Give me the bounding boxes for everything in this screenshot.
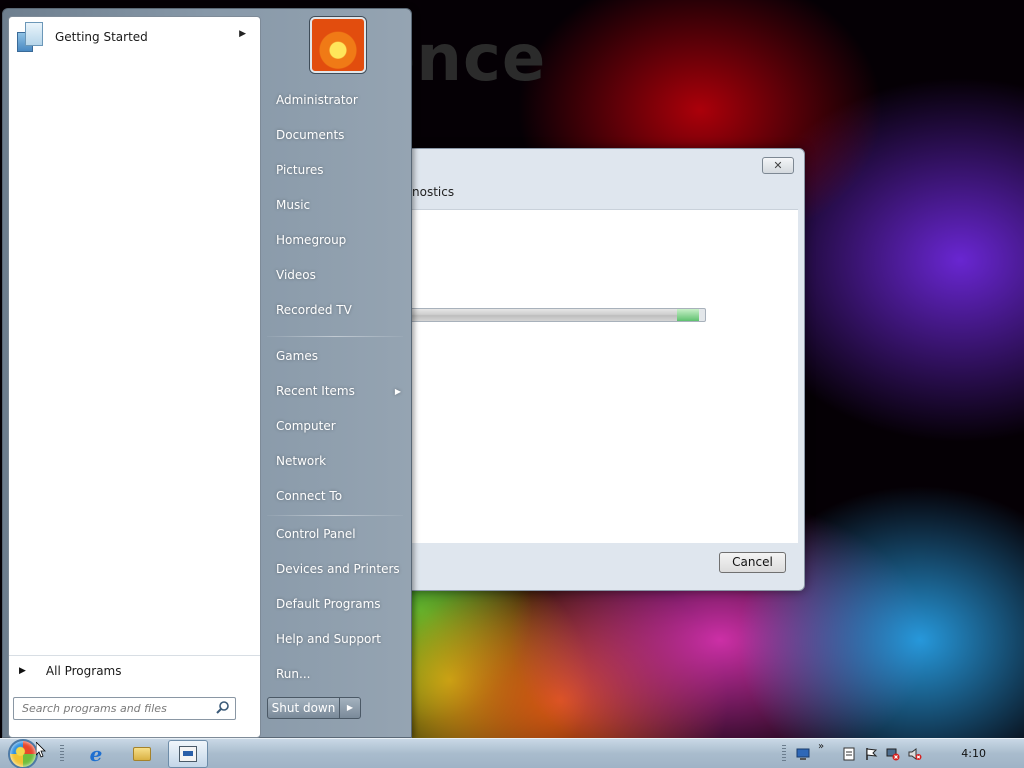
places-item-games[interactable]: Games bbox=[263, 339, 411, 374]
dialog-close-button[interactable]: ✕ bbox=[762, 157, 794, 174]
search-area bbox=[3, 687, 256, 733]
places-item-administrator[interactable]: Administrator bbox=[263, 83, 411, 118]
taskbar: e » 4:10 bbox=[0, 738, 1024, 768]
taskbar-running-app[interactable] bbox=[168, 740, 208, 768]
progress-fill bbox=[411, 309, 700, 321]
places-item-control-panel[interactable]: Control Panel bbox=[263, 517, 411, 552]
taskbar-internet-explorer[interactable]: e bbox=[76, 740, 116, 768]
places-item-computer[interactable]: Computer bbox=[263, 409, 411, 444]
menu-divider bbox=[267, 336, 403, 337]
pinned-item-label: Getting Started bbox=[55, 30, 148, 44]
taskbar-grip[interactable] bbox=[60, 745, 64, 763]
mouse-cursor-icon bbox=[36, 742, 46, 758]
getting-started-icon bbox=[17, 22, 45, 52]
dialog-body bbox=[402, 209, 798, 543]
places-item-videos[interactable]: Videos bbox=[263, 258, 411, 293]
start-menu: Getting Started ▶ ▶ All Programs Adminis… bbox=[2, 8, 412, 738]
diagnostics-dialog: ✕ nostics Cancel bbox=[395, 148, 805, 591]
chevron-right-icon: ▶ bbox=[19, 665, 26, 676]
volume-muted-icon[interactable] bbox=[908, 747, 922, 761]
places-item-devices-and-printers[interactable]: Devices and Printers bbox=[263, 552, 411, 587]
taskbar-windows-explorer[interactable] bbox=[122, 740, 162, 768]
places-item-pictures[interactable]: Pictures bbox=[263, 153, 411, 188]
windows-explorer-icon bbox=[133, 747, 151, 761]
submenu-arrow-icon: ▶ bbox=[239, 29, 246, 39]
action-center-flag-icon[interactable] bbox=[864, 747, 878, 761]
all-programs-button[interactable]: ▶ All Programs bbox=[9, 655, 260, 685]
pinned-item-getting-started[interactable]: Getting Started ▶ bbox=[13, 21, 256, 53]
places-item-documents[interactable]: Documents bbox=[263, 118, 411, 153]
places-item-help-and-support[interactable]: Help and Support bbox=[263, 622, 411, 657]
all-programs-label: All Programs bbox=[45, 663, 122, 678]
progress-bar bbox=[410, 308, 706, 322]
start-button[interactable] bbox=[8, 739, 38, 768]
dialog-title: nostics bbox=[412, 185, 455, 199]
menu-divider bbox=[267, 515, 403, 516]
places-item-music[interactable]: Music bbox=[263, 188, 411, 223]
places-item-recent-items[interactable]: Recent Items ▶ bbox=[263, 374, 411, 409]
document-icon[interactable] bbox=[842, 747, 856, 761]
running-app-icon bbox=[179, 746, 197, 762]
submenu-arrow-icon: ▶ bbox=[394, 387, 401, 396]
search-icon[interactable] bbox=[215, 700, 231, 716]
places-item-recorded-tv[interactable]: Recorded TV bbox=[263, 293, 411, 328]
tray-grip[interactable] bbox=[782, 745, 786, 763]
places-item-label: Recent Items bbox=[276, 384, 355, 398]
places-item-network[interactable]: Network bbox=[263, 444, 411, 479]
network-disconnected-icon[interactable] bbox=[886, 747, 900, 761]
start-menu-programs-pane: Getting Started ▶ ▶ All Programs bbox=[8, 16, 261, 738]
taskbar-clock[interactable]: 4:10 bbox=[961, 747, 986, 760]
cancel-button[interactable]: Cancel bbox=[719, 552, 786, 573]
internet-explorer-icon: e bbox=[89, 742, 103, 766]
places-item-connect-to[interactable]: Connect To bbox=[263, 479, 411, 514]
display-icon[interactable] bbox=[796, 747, 810, 761]
show-hidden-icons-button[interactable]: » bbox=[818, 741, 824, 752]
shutdown-control: Shut down ▶ bbox=[267, 697, 361, 719]
notification-area: » 4:10 bbox=[774, 739, 1024, 768]
places-item-run[interactable]: Run... bbox=[263, 657, 411, 692]
shutdown-options-arrow-icon[interactable]: ▶ bbox=[340, 698, 360, 718]
shutdown-button[interactable]: Shut down bbox=[268, 698, 340, 718]
places-item-default-programs[interactable]: Default Programs bbox=[263, 587, 411, 622]
user-picture-avatar[interactable] bbox=[310, 17, 366, 73]
places-item-homegroup[interactable]: Homegroup bbox=[263, 223, 411, 258]
search-input[interactable] bbox=[13, 697, 236, 720]
